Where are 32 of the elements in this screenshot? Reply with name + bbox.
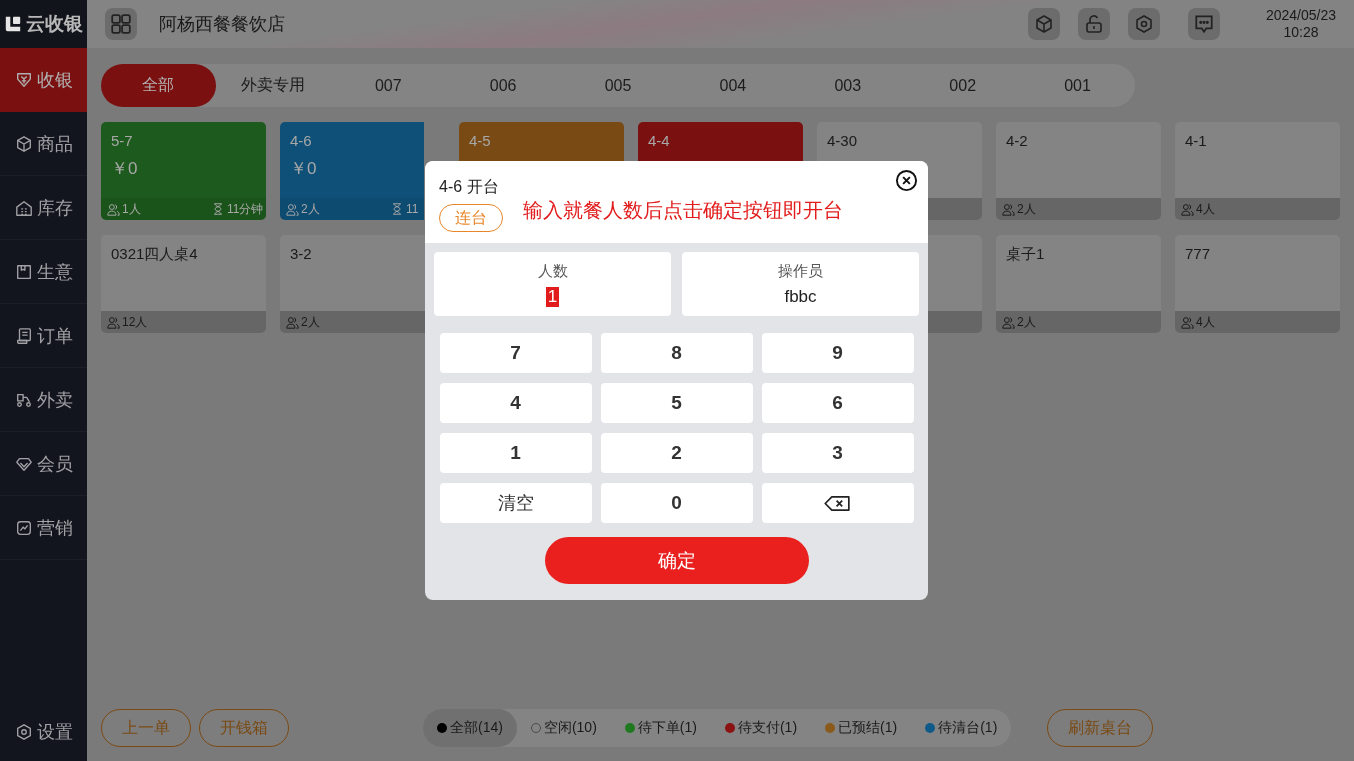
- time-text: 10:28: [1283, 24, 1319, 41]
- guest-count: 1人: [122, 200, 141, 218]
- table-name: 桌子1: [1006, 245, 1045, 264]
- guest-count: 12人: [122, 313, 148, 331]
- hint-text: 输入就餐人数后点击确定按钮即开台: [523, 198, 843, 223]
- store-name: 阿杨西餐餐饮店: [159, 13, 285, 36]
- date-text: 2024/05/23: [1265, 7, 1336, 24]
- guest-count: 2人: [1017, 313, 1036, 331]
- guest-count: 2人: [301, 313, 320, 331]
- field-value: fbbc: [783, 286, 818, 307]
- guest-count: 4人: [1196, 200, 1215, 218]
- field-label: 人数: [537, 261, 568, 281]
- table-name: 4-4: [648, 132, 670, 149]
- dialog-title: 4-6 开台: [439, 177, 499, 197]
- table-name: 4-6: [290, 132, 312, 149]
- elapsed-time: 11: [406, 202, 419, 216]
- guest-count: 4人: [1196, 313, 1215, 331]
- field-value: 1: [545, 286, 560, 307]
- table-name: 4-2: [1006, 132, 1028, 149]
- guest-count: 2人: [301, 200, 320, 218]
- table-amount: ￥0: [290, 158, 317, 180]
- table-name: 5-7: [111, 132, 133, 149]
- field-label: 操作员: [778, 261, 823, 281]
- guest-count: 2人: [1017, 200, 1036, 218]
- table-amount: ￥0: [111, 158, 138, 180]
- table-name: 4-30: [827, 132, 858, 149]
- elapsed-time: 11分钟: [227, 200, 264, 218]
- table-name: 4-5: [469, 132, 491, 149]
- table-name: 3-2: [290, 245, 312, 262]
- table-name: 0321四人桌4: [111, 245, 198, 264]
- table-name: 4-1: [1185, 132, 1207, 149]
- table-name: 777: [1185, 245, 1211, 262]
